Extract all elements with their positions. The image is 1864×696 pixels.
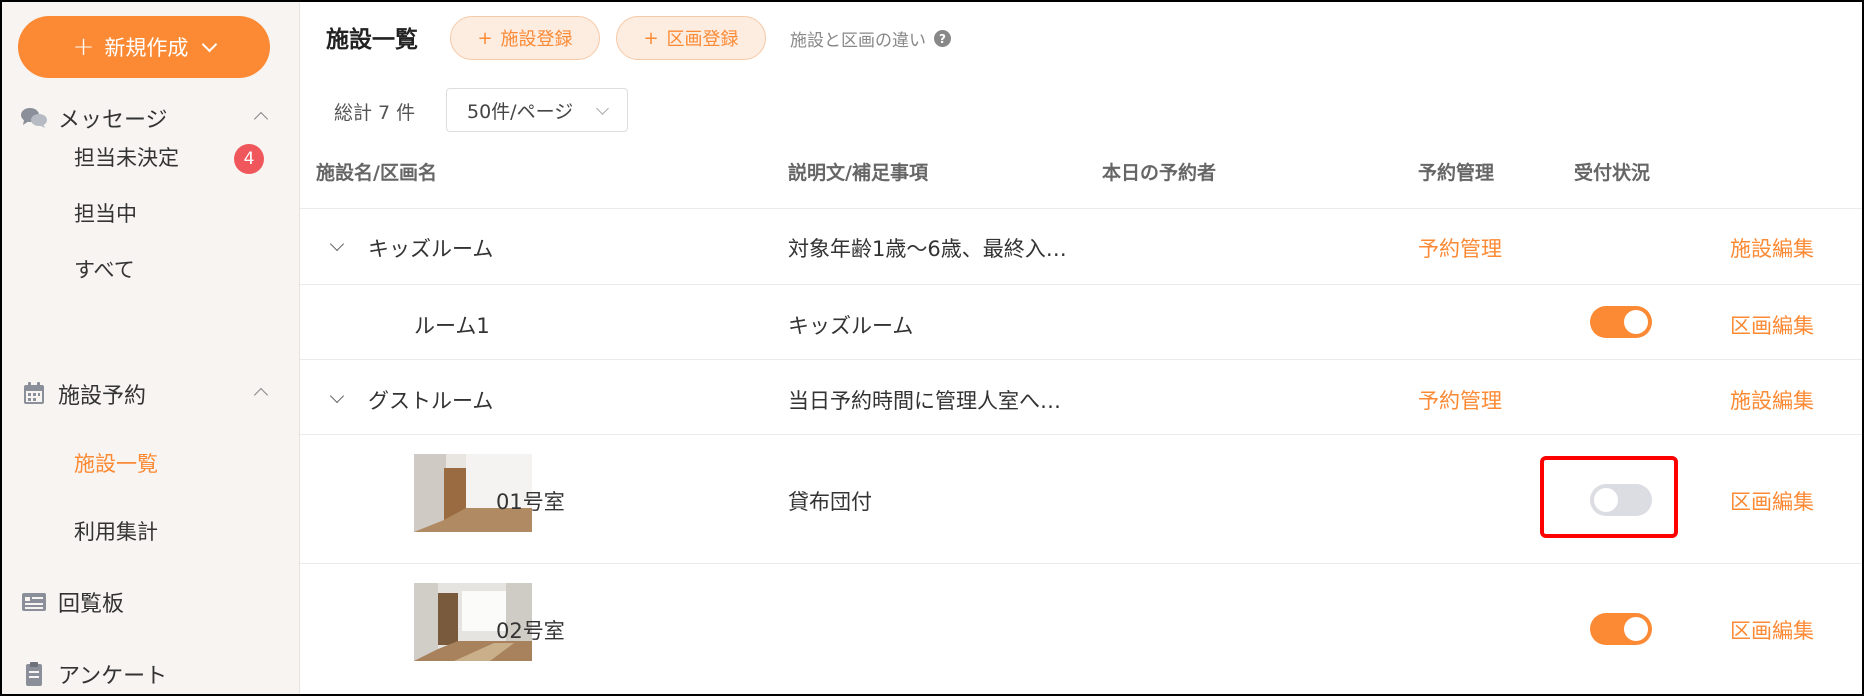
calendar-icon	[24, 382, 44, 404]
column-header-description: 説明文/補足事項	[788, 162, 928, 184]
facility-name: キッズルーム	[368, 237, 494, 261]
section-edit-link[interactable]: 区画編集	[1730, 310, 1814, 340]
new-create-button[interactable]: + 新規作成	[18, 16, 270, 78]
bulletin-board-icon	[22, 593, 46, 611]
chat-bubbles-icon	[21, 108, 47, 128]
section-edit-link[interactable]: 区画編集	[1730, 615, 1814, 645]
table-row: キッズルーム 対象年齢1歳〜6歳、最終入… 予約管理 施設編集	[300, 209, 1862, 285]
accepting-toggle[interactable]	[1590, 306, 1652, 338]
section-name: ルーム1	[414, 314, 490, 338]
nav-item-unassigned[interactable]: 担当未決定 4	[2, 132, 300, 182]
section-description: キッズルーム	[788, 314, 914, 338]
facility-name: グストルーム	[368, 389, 494, 413]
chevron-down-icon[interactable]	[329, 236, 345, 252]
column-header-name: 施設名/区画名	[316, 162, 437, 184]
facility-register-button[interactable]: + 施設登録	[450, 16, 600, 60]
nav-item-label: 担当中	[74, 202, 137, 226]
nav-group-bulletin[interactable]: 回覧板	[2, 582, 300, 622]
reservation-manage-link[interactable]: 予約管理	[1418, 233, 1502, 263]
facility-register-label: 施設登録	[500, 29, 573, 50]
column-header-reservation-manage: 予約管理	[1418, 162, 1495, 184]
nav-group-label: 回覧板	[58, 592, 125, 617]
facility-edit-link[interactable]: 施設編集	[1730, 233, 1814, 263]
plus-icon: +	[643, 27, 659, 49]
nav-item-usage-summary[interactable]: 利用集計	[2, 506, 300, 556]
facility-section-difference-link[interactable]: 施設と区画の違い ?	[790, 26, 951, 51]
nav-group-label: メッセージ	[58, 108, 168, 133]
plus-icon: +	[72, 32, 95, 62]
unread-count-badge: 4	[234, 144, 264, 174]
clipboard-icon	[26, 662, 42, 686]
table-row: グストルーム 当日予約時間に管理人室へ… 予約管理 施設編集	[300, 361, 1862, 435]
new-create-label: 新規作成	[104, 36, 189, 60]
chevron-up-icon[interactable]	[253, 111, 269, 127]
total-count: 総計 7 件	[334, 102, 416, 124]
help-icon: ?	[934, 30, 951, 47]
section-name: 01号室	[496, 490, 565, 514]
main-content: 施設一覧 + 施設登録 + 区画登録 施設と区画の違い ? 総計 7 件 50件…	[300, 2, 1862, 694]
nav-group-survey[interactable]: アンケート	[2, 654, 300, 694]
column-header-today-reservers: 本日の予約者	[1102, 162, 1217, 184]
toggle-knob	[1624, 310, 1648, 334]
nav-item-all[interactable]: すべて	[2, 244, 300, 294]
toggle-knob	[1624, 617, 1648, 641]
accepting-toggle[interactable]	[1590, 613, 1652, 645]
per-page-value: 50件/ページ	[467, 100, 574, 123]
facility-description: 対象年齢1歳〜6歳、最終入…	[788, 237, 1067, 261]
sidebar: + 新規作成 メッセージ 担当未決定 4 担当中 すべて 施設予約 施設一覧 利…	[2, 2, 300, 694]
table-row: ルーム1 キッズルーム 区画編集	[300, 286, 1862, 360]
nav-item-label: 利用集計	[74, 520, 158, 544]
nav-group-label: アンケート	[58, 664, 168, 689]
nav-item-label: すべて	[74, 258, 135, 282]
nav-item-label: 担当未決定	[74, 146, 179, 170]
nav-item-label: 施設一覧	[74, 452, 158, 476]
table-row: 02号室 区画編集	[300, 565, 1862, 694]
chevron-down-icon	[596, 102, 609, 115]
per-page-select[interactable]: 50件/ページ	[446, 88, 628, 132]
column-header-accepting-status: 受付状況	[1574, 162, 1651, 184]
chevron-up-icon[interactable]	[253, 387, 269, 403]
section-edit-link[interactable]: 区画編集	[1730, 486, 1814, 516]
plus-icon: +	[477, 27, 493, 49]
nav-group-facility-reservation[interactable]: 施設予約	[2, 374, 300, 414]
difference-link-label: 施設と区画の違い	[790, 31, 926, 51]
nav-group-label: 施設予約	[58, 384, 147, 409]
chevron-down-icon	[202, 36, 218, 52]
highlight-annotation-box	[1540, 456, 1678, 538]
section-register-label: 区画登録	[666, 29, 739, 50]
facility-description: 当日予約時間に管理人室へ…	[788, 389, 1061, 413]
section-description: 貸布団付	[788, 490, 872, 514]
section-name: 02号室	[496, 619, 565, 643]
nav-item-in-charge[interactable]: 担当中	[2, 188, 300, 238]
facility-edit-link[interactable]: 施設編集	[1730, 385, 1814, 415]
nav-item-facility-list[interactable]: 施設一覧	[2, 438, 300, 488]
page-title: 施設一覧	[326, 27, 418, 53]
section-register-button[interactable]: + 区画登録	[616, 16, 766, 60]
chevron-down-icon[interactable]	[329, 388, 345, 404]
reservation-manage-link[interactable]: 予約管理	[1418, 385, 1502, 415]
